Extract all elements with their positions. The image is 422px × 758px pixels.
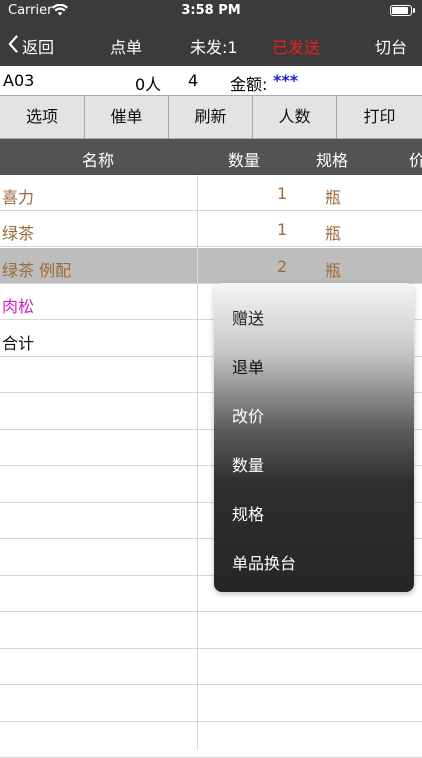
nav-title-order: 点单 — [110, 38, 143, 57]
switch-table-button[interactable]: 切台 — [375, 34, 407, 58]
status-bar: Carrier 3:58 PM — [0, 0, 422, 22]
unsent-count[interactable]: 未发:1 — [190, 34, 238, 58]
item-name: 绿茶 例配 — [2, 261, 72, 280]
item-qty: 1 — [277, 184, 288, 203]
menu-item-return[interactable]: 退单 — [232, 354, 264, 378]
refresh-button[interactable]: 刷新 — [169, 96, 253, 138]
context-menu: 赠送 退单 改价 数量 规格 单品换台 — [214, 283, 414, 592]
battery-icon — [390, 5, 415, 16]
nav-bar: 返回 点单 未发:1 已发送 切台 — [0, 22, 422, 66]
empty-row — [0, 722, 422, 758]
column-name-header: 名称 — [82, 151, 115, 170]
print-button[interactable]: 打印 — [337, 96, 422, 138]
chevron-left-icon[interactable] — [8, 35, 18, 53]
menu-item-change-price[interactable]: 改价 — [232, 403, 264, 427]
column-spec-header: 规格 — [316, 151, 349, 170]
item-unit: 瓶 — [325, 224, 342, 243]
top-bar: Carrier 3:58 PM 返回 点单 未发:1 已发送 切台 — [0, 0, 422, 66]
urge-button[interactable]: 催单 — [85, 96, 169, 138]
action-button-row: 选项 催单 刷新 人数 打印 — [0, 95, 422, 139]
item-name: 肉松 — [2, 297, 35, 316]
empty-row — [0, 649, 422, 685]
table-header: 名称 数量 规格 价 — [0, 139, 422, 175]
amount-value: *** — [273, 71, 299, 90]
table-row[interactable]: 绿茶 1 瓶 — [0, 211, 422, 247]
item-qty: 1 — [277, 220, 288, 239]
people-count: 0人 — [135, 75, 162, 94]
item-unit: 瓶 — [325, 188, 342, 207]
item-count: 4 — [188, 71, 199, 90]
options-button[interactable]: 选项 — [0, 96, 85, 138]
item-name: 绿茶 — [2, 224, 35, 243]
item-qty: 2 — [277, 257, 288, 276]
menu-item-quantity[interactable]: 数量 — [232, 452, 264, 476]
column-divider — [197, 175, 198, 750]
status-time: 3:58 PM — [181, 3, 241, 18]
total-label: 合计 — [2, 334, 35, 353]
amount-label: 金额: — [230, 75, 268, 94]
column-qty-header: 数量 — [228, 151, 261, 170]
table-row[interactable]: 喜力 1 瓶 — [0, 175, 422, 211]
order-info-row: A03 0人 4 金额: *** — [0, 66, 422, 95]
menu-item-spec[interactable]: 规格 — [232, 501, 264, 525]
menu-item-gift[interactable]: 赠送 — [232, 305, 264, 329]
empty-row — [0, 613, 422, 649]
table-row-selected[interactable]: 绿茶 例配 2 瓶 — [0, 248, 422, 284]
people-button[interactable]: 人数 — [253, 96, 337, 138]
table-number: A03 — [3, 71, 35, 90]
sent-tab[interactable]: 已发送 — [272, 34, 320, 58]
item-unit: 瓶 — [325, 261, 342, 280]
back-button[interactable]: 返回 — [22, 34, 54, 58]
column-price-header: 价 — [409, 151, 422, 170]
empty-row — [0, 686, 422, 722]
menu-item-move-item[interactable]: 单品换台 — [232, 550, 296, 574]
item-name: 喜力 — [2, 188, 35, 207]
